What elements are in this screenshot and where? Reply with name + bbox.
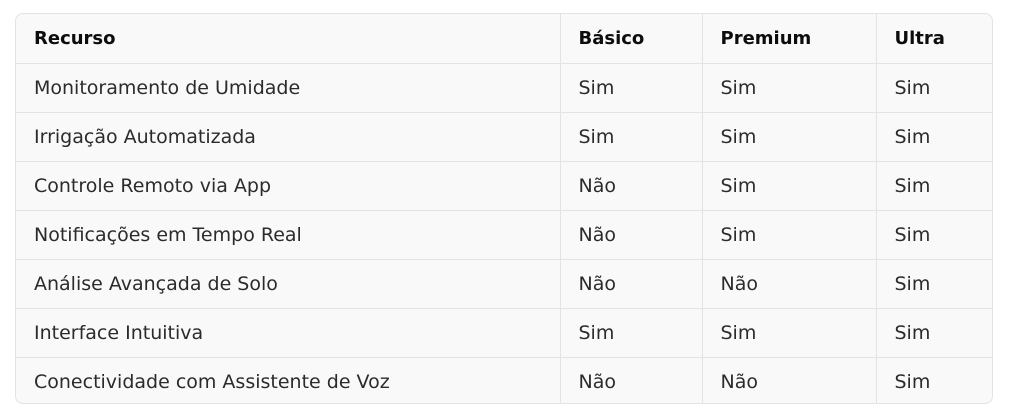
cell-basico: Sim <box>560 112 703 162</box>
table-row: Análise Avançada de Solo Não Não Sim <box>16 259 992 309</box>
cell-premium: Sim <box>702 112 877 162</box>
cell-premium: Sim <box>702 63 877 113</box>
cell-feature: Notificações em Tempo Real <box>16 210 561 260</box>
cell-ultra: Sim <box>876 112 992 162</box>
comparison-table: Recurso Básico Premium Ultra Monitoramen… <box>16 14 992 403</box>
cell-basico: Não <box>560 210 703 260</box>
cell-premium: Sim <box>702 210 877 260</box>
cell-basico: Sim <box>560 63 703 113</box>
feature-comparison-table: Recurso Básico Premium Ultra Monitoramen… <box>15 13 993 404</box>
table-row: Notificações em Tempo Real Não Sim Sim <box>16 210 992 260</box>
cell-ultra: Sim <box>876 63 992 113</box>
header-recurso: Recurso <box>16 14 561 64</box>
cell-feature: Irrigação Automatizada <box>16 112 561 162</box>
header-ultra: Ultra <box>876 14 992 64</box>
cell-premium: Sim <box>702 308 877 358</box>
table-row: Controle Remoto via App Não Sim Sim <box>16 161 992 211</box>
table-row: Conectividade com Assistente de Voz Não … <box>16 357 992 403</box>
cell-basico: Sim <box>560 308 703 358</box>
cell-ultra: Sim <box>894 370 931 393</box>
header-premium: Premium <box>702 14 877 64</box>
cell-feature: Análise Avançada de Solo <box>16 259 561 309</box>
cell-ultra: Sim <box>876 210 992 260</box>
cell-premium: Não <box>702 357 877 403</box>
table-row: Monitoramento de Umidade Sim Sim Sim <box>16 63 992 113</box>
cell-ultra: Sim <box>876 308 992 358</box>
header-basico: Básico <box>560 14 703 64</box>
cell-feature: Controle Remoto via App <box>16 161 561 211</box>
cell-feature: Monitoramento de Umidade <box>16 63 561 113</box>
cell-premium: Sim <box>702 161 877 211</box>
table-row: Irrigação Automatizada Sim Sim Sim <box>16 112 992 162</box>
cell-ultra: Sim <box>876 259 992 309</box>
table-row: Interface Intuitiva Sim Sim Sim <box>16 308 992 358</box>
cell-ultra: Sim <box>876 161 992 211</box>
cell-basico: Não <box>560 357 703 403</box>
cell-basico: Não <box>560 259 703 309</box>
cell-feature: Conectividade com Assistente de Voz <box>16 357 561 403</box>
table-header-row: Recurso Básico Premium Ultra <box>16 14 992 64</box>
cell-premium: Não <box>702 259 877 309</box>
cell-feature: Interface Intuitiva <box>16 308 561 358</box>
cell-basico: Não <box>560 161 703 211</box>
